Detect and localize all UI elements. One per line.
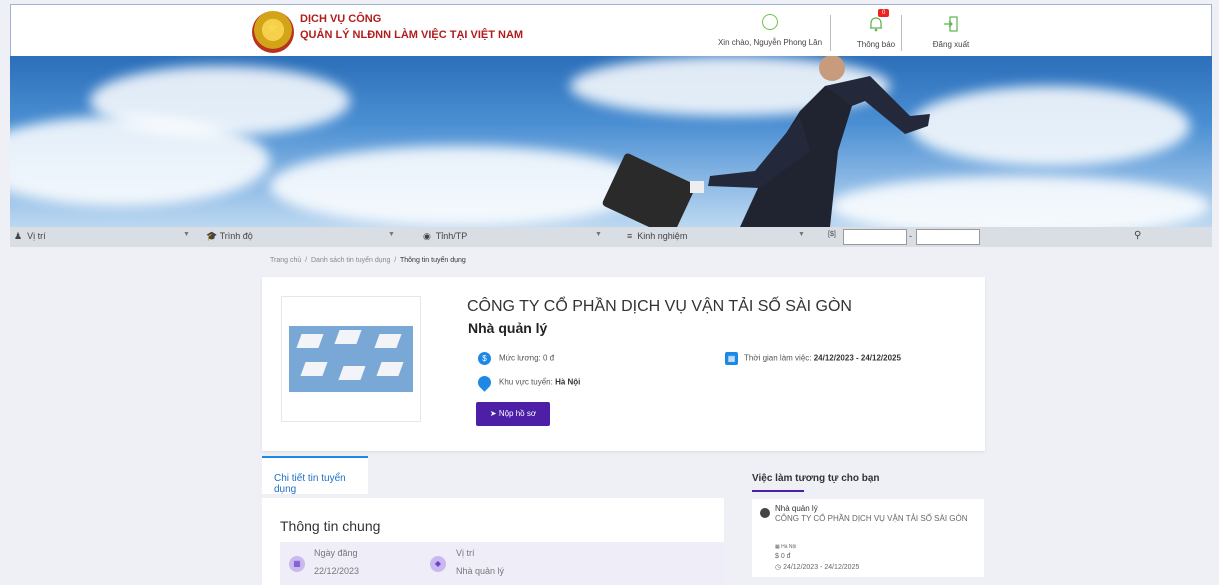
cloud-shape	[910, 86, 1190, 166]
similar-job-location: ▦ Hà Nội	[775, 544, 796, 550]
similar-job-card[interactable]: Nhà quản lý CÔNG TY CỔ PHẦN DỊCH VỤ VẬN …	[752, 499, 984, 577]
building-icon: ▦	[775, 544, 780, 550]
similar-job-dates-text: 24/12/2023 - 24/12/2025	[783, 564, 860, 571]
brand-line-2: QUẢN LÝ NLĐNN LÀM VIỆC TẠI VIỆT NAM	[300, 29, 524, 41]
businessman-illustration	[602, 56, 930, 227]
work-time-value: 24/12/2023 - 24/12/2025	[813, 353, 901, 363]
similar-job-dates: ◷ 24/12/2023 - 24/12/2025	[775, 563, 859, 571]
breadcrumb: Trang chủ / Danh sách tin tuyển dụng / T…	[270, 257, 466, 264]
salary-text: Mức lương: 0 đ	[499, 353, 555, 363]
breadcrumb-separator: /	[394, 257, 397, 264]
apply-button[interactable]: ➤ Nộp hồ sơ	[476, 402, 550, 426]
greeting-text: Xin chào, Nguyễn Phong Lân	[717, 38, 823, 47]
brand-title[interactable]: DỊCH VỤ CÔNG QUẢN LÝ NLĐNN LÀM VIỆC TẠI …	[300, 12, 523, 43]
national-emblem-logo[interactable]: ★	[252, 11, 294, 53]
similar-job-location-text: Hà Nội	[781, 544, 797, 550]
notifications-button[interactable]: 0 Thông báo	[843, 9, 909, 49]
similar-jobs-heading: Việc làm tương tự cho bạn	[752, 473, 880, 484]
header-divider	[901, 15, 902, 51]
logout-button[interactable]: Đăng xuất	[916, 9, 986, 49]
location-pin-icon	[475, 373, 494, 392]
breadcrumb-home[interactable]: Trang chủ	[270, 257, 301, 264]
general-info-panel: Thông tin chung ▦ Ngày đăng 22/12/2023 ◆…	[262, 498, 724, 585]
user-greeting[interactable]: Xin chào, Nguyễn Phong Lân	[711, 14, 829, 47]
send-icon: ➤	[489, 409, 497, 418]
similar-job-title[interactable]: Nhà quản lý	[775, 504, 818, 513]
general-info-row: ▦ Ngày đăng 22/12/2023 ◆ Vị trí Nhà quản…	[280, 542, 724, 585]
notifications-label: Thông báo	[856, 40, 896, 49]
company-name: CÔNG TY CỔ PHẦN DỊCH VỤ VẬN TẢI SỐ SÀI G…	[467, 298, 852, 315]
position-filter[interactable]: ♟ Vị trí	[14, 231, 46, 242]
money-icon: [$]	[828, 231, 836, 238]
job-summary-card: CÔNG TY CỔ PHẦN DỊCH VỤ VẬN TẢI SỐ SÀI G…	[262, 277, 985, 451]
salary-max-input[interactable]	[916, 229, 980, 245]
company-logo-image	[289, 326, 413, 392]
education-filter[interactable]: 🎓 Trình độ	[206, 231, 253, 242]
bell-icon: 0	[867, 9, 890, 33]
briefcase-icon	[760, 508, 770, 518]
post-date-value: 22/12/2023	[314, 566, 360, 576]
education-filter-label: Trình độ	[219, 231, 253, 241]
heading-underline	[752, 490, 804, 492]
province-filter-label: Tỉnh/TP	[435, 231, 468, 241]
range-separator: -	[909, 231, 912, 241]
position-filter-label: Vị trí	[27, 231, 46, 241]
site-header: ★ DỊCH VỤ CÔNG QUẢN LÝ NLĐNN LÀM VIỆC TẠ…	[10, 4, 1212, 56]
dollar-icon: $	[478, 352, 491, 365]
company-logo	[281, 296, 421, 422]
header-divider	[830, 15, 831, 51]
experience-filter-label: Kinh nghiệm	[637, 231, 688, 241]
position-value: Nhà quản lý	[456, 566, 505, 576]
search-icon[interactable]: ⚲	[1134, 230, 1141, 241]
apply-button-label: Nộp hồ sơ	[498, 409, 537, 418]
area-value: Hà Nội	[555, 377, 581, 387]
tag-icon: ◆	[430, 556, 446, 572]
work-time-label: Thời gian làm việc:	[744, 353, 812, 363]
logout-label: Đăng xuất	[932, 40, 970, 49]
logout-icon	[942, 15, 960, 33]
similar-job-salary: $ 0 đ	[775, 553, 791, 560]
person-icon: ♟	[14, 231, 23, 241]
calendar-icon: ▦	[289, 556, 305, 572]
breadcrumb-separator: /	[305, 257, 308, 264]
globe-icon: ◉	[423, 231, 431, 241]
work-time-info: ▦ Thời gian làm việc: 24/12/2023 - 24/12/…	[725, 352, 901, 365]
area-info: Khu vực tuyển: Hà Nội	[475, 373, 581, 392]
notification-count-badge: 0	[878, 9, 890, 17]
search-filter-bar: ♟ Vị trí ▼ 🎓 Trình độ ▼ ◉ Tỉnh/TP ▼ ≡ Ki…	[10, 227, 1212, 247]
province-filter[interactable]: ◉ Tỉnh/TP	[423, 231, 467, 242]
caret-down-icon: ▼	[183, 231, 190, 238]
breadcrumb-job-list[interactable]: Danh sách tin tuyển dụng	[311, 257, 390, 264]
job-title: Nhà quản lý	[468, 320, 548, 336]
breadcrumb-current: Thông tin tuyển dụng	[400, 257, 466, 264]
tab-job-details[interactable]: Chi tiết tin tuyển dụng	[262, 456, 368, 495]
tab-job-details-label: Chi tiết tin tuyển dụng	[274, 473, 346, 495]
caret-down-icon: ▼	[798, 231, 805, 238]
user-avatar-icon	[762, 14, 778, 30]
caret-down-icon: ▼	[595, 231, 602, 238]
hero-banner	[10, 56, 1212, 227]
clock-icon: ◷	[775, 564, 782, 571]
calendar-icon: ▦	[725, 352, 738, 365]
similar-job-company: CÔNG TY CỔ PHẦN DỊCH VỤ VẬN TẢI SỐ SÀI G…	[775, 514, 968, 523]
salary-min-input[interactable]	[843, 229, 907, 245]
area-label: Khu vực tuyển:	[499, 377, 553, 387]
salary-info: $ Mức lương: 0 đ	[478, 352, 554, 365]
caret-down-icon: ▼	[388, 231, 395, 238]
post-date-label: Ngày đăng	[314, 548, 358, 558]
cloud-shape	[90, 66, 350, 136]
general-info-heading: Thông tin chung	[280, 518, 381, 534]
list-icon: ≡	[627, 231, 633, 241]
brand-line-1: DỊCH VỤ CÔNG	[300, 13, 382, 25]
graduation-cap-icon: 🎓	[206, 231, 218, 241]
position-label: Vị trí	[456, 548, 475, 558]
experience-filter[interactable]: ≡ Kinh nghiệm	[627, 231, 687, 241]
